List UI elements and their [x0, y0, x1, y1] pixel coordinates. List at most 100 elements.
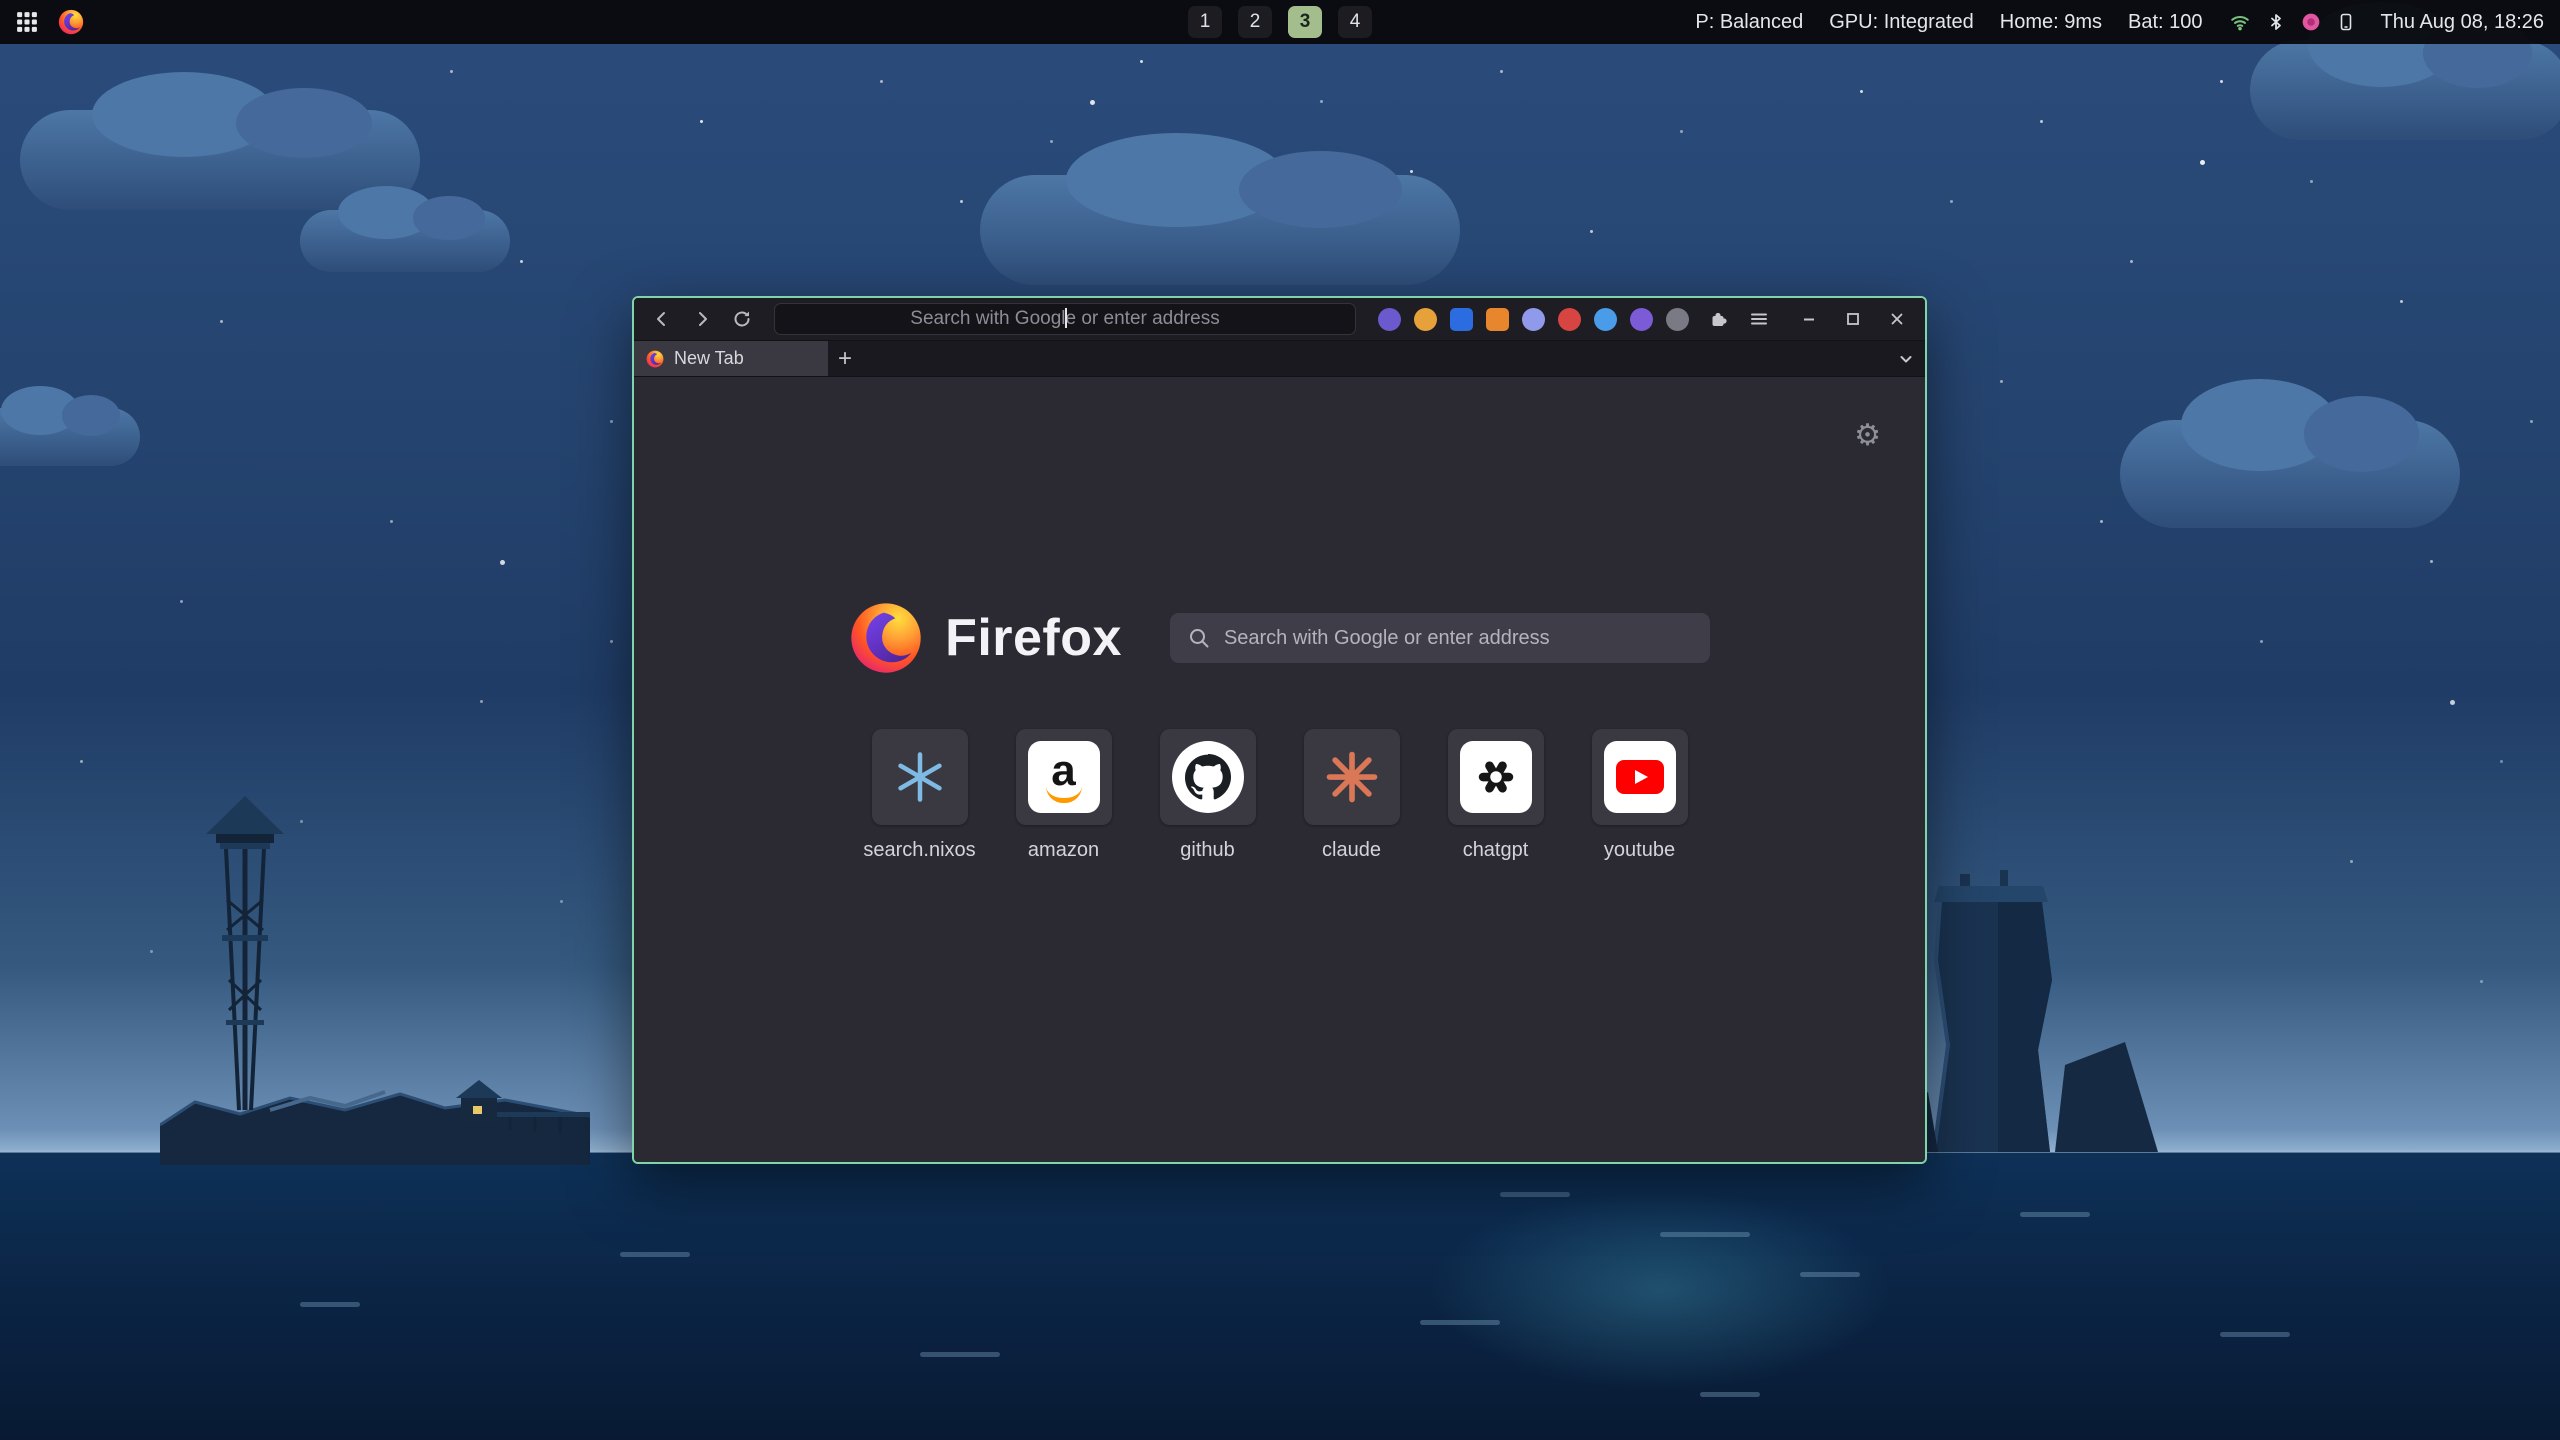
- hamburger-icon: [1749, 309, 1769, 329]
- cloud: [980, 175, 1460, 285]
- new-tab-button[interactable]: +: [828, 341, 862, 376]
- firefox-favicon: [646, 350, 664, 368]
- shortcut-label: search.nixos: [863, 839, 975, 862]
- bluetooth-icon[interactable]: [2267, 12, 2285, 32]
- puzzle-icon: [1709, 309, 1729, 329]
- shortcut-github[interactable]: github: [1136, 729, 1280, 862]
- cloud: [2250, 40, 2560, 140]
- shortcut-label: claude: [1322, 839, 1381, 862]
- water-glint: [920, 1352, 1000, 1357]
- workspace-3-active[interactable]: 3: [1288, 6, 1322, 38]
- active-app-firefox-icon[interactable]: [58, 9, 84, 35]
- ping-module: Home: 9ms: [2000, 11, 2102, 34]
- battery-module: Bat: 100: [2128, 11, 2203, 34]
- tab-title: New Tab: [674, 348, 744, 369]
- shortcut-chatgpt[interactable]: chatgpt: [1424, 729, 1568, 862]
- system-tray: [2229, 12, 2355, 32]
- maximize-icon: [1845, 311, 1861, 327]
- extensions-menu-button[interactable]: [1701, 302, 1737, 336]
- nixos-snowflake-icon: [893, 750, 947, 804]
- extension-icon[interactable]: [1522, 308, 1545, 331]
- shortcut-claude[interactable]: claude: [1280, 729, 1424, 862]
- chevron-right-icon: [692, 309, 712, 329]
- reload-button[interactable]: [724, 302, 760, 336]
- island-watchtower: [160, 780, 590, 1165]
- sea-glow: [1430, 1190, 1890, 1390]
- search-icon: [1188, 627, 1210, 649]
- maximize-button[interactable]: [1835, 302, 1871, 336]
- minimize-icon: [1801, 311, 1817, 327]
- firefox-wordmark: Firefox: [945, 608, 1122, 668]
- reload-icon: [732, 309, 752, 329]
- apps-grid-icon: [16, 11, 38, 33]
- water-glint: [1500, 1192, 1570, 1197]
- shortcut-youtube[interactable]: youtube: [1568, 729, 1712, 862]
- chevron-down-icon: [1898, 351, 1914, 367]
- workspace-switcher: 1 2 3 4: [1188, 0, 1372, 44]
- firefox-icon: [58, 9, 84, 35]
- cloud: [2120, 420, 2460, 528]
- close-icon: [1889, 311, 1905, 327]
- text-caret: [1065, 308, 1067, 328]
- youtube-icon: [1604, 741, 1676, 813]
- newtab-search-input[interactable]: [1222, 626, 1692, 651]
- shortcut-label: github: [1180, 839, 1235, 862]
- extension-icon[interactable]: [1414, 308, 1437, 331]
- newtab-search-box[interactable]: [1170, 613, 1710, 663]
- personalize-settings-button[interactable]: ⚙: [1854, 421, 1881, 451]
- menu-button[interactable]: [1741, 302, 1777, 336]
- list-all-tabs-button[interactable]: [1887, 341, 1925, 376]
- extension-icon[interactable]: [1378, 308, 1401, 331]
- chatgpt-icon: [1460, 741, 1532, 813]
- new-tab-page: ⚙ Firefox: [634, 377, 1925, 1162]
- power-profile-module[interactable]: P: Balanced: [1695, 11, 1803, 34]
- extension-icon[interactable]: [1594, 308, 1617, 331]
- extension-icon[interactable]: [1486, 308, 1509, 331]
- back-button[interactable]: [644, 302, 680, 336]
- clock[interactable]: Thu Aug 08, 18:26: [2381, 11, 2544, 34]
- water-glint: [1800, 1272, 1860, 1277]
- amazon-icon: a: [1028, 741, 1100, 813]
- shortcut-search-nixos[interactable]: search.nixos: [848, 729, 992, 862]
- extension-icon[interactable]: [1630, 308, 1653, 331]
- firefox-logo: [849, 601, 923, 675]
- extension-icon[interactable]: [1666, 308, 1689, 331]
- tab-new-tab[interactable]: New Tab: [634, 341, 828, 376]
- gpu-module: GPU: Integrated: [1829, 11, 1974, 34]
- wifi-icon[interactable]: [2229, 12, 2251, 32]
- workspace-4[interactable]: 4: [1338, 6, 1372, 38]
- water-glint: [1420, 1320, 1500, 1325]
- water-glint: [2020, 1212, 2090, 1217]
- shortcut-label: youtube: [1604, 839, 1675, 862]
- navigation-toolbar: Search with Google or enter address: [634, 298, 1925, 341]
- forward-button[interactable]: [684, 302, 720, 336]
- window-controls: [1791, 302, 1915, 336]
- firefox-brand-row: Firefox: [849, 601, 1710, 675]
- extension-buttons: [1370, 308, 1697, 331]
- workspace-2[interactable]: 2: [1238, 6, 1272, 38]
- url-bar[interactable]: Search with Google or enter address: [774, 303, 1356, 335]
- app-launcher-button[interactable]: [16, 11, 38, 33]
- minimize-button[interactable]: [1791, 302, 1827, 336]
- water-glint: [620, 1252, 690, 1257]
- close-button[interactable]: [1879, 302, 1915, 336]
- tab-bar: New Tab +: [634, 341, 1925, 377]
- display-icon[interactable]: [2337, 12, 2355, 32]
- shortcut-tiles: search.nixos a amazon: [848, 729, 1712, 862]
- extension-icon[interactable]: [1450, 308, 1473, 331]
- desktop: 1 2 3 4 P: Balanced GPU: Integrated Home…: [0, 0, 2560, 1440]
- shortcut-label: chatgpt: [1463, 839, 1529, 862]
- cloud: [0, 408, 140, 466]
- night-light-icon[interactable]: [2301, 12, 2321, 32]
- water-glint: [1700, 1392, 1760, 1397]
- claude-starburst-icon: [1325, 750, 1379, 804]
- firefox-window: Search with Google or enter address: [632, 296, 1927, 1164]
- extension-icon[interactable]: [1558, 308, 1581, 331]
- shortcut-label: amazon: [1028, 839, 1099, 862]
- status-bar: 1 2 3 4 P: Balanced GPU: Integrated Home…: [0, 0, 2560, 44]
- cloud: [300, 210, 510, 272]
- island-cliffs: [1900, 860, 2180, 1160]
- shortcut-amazon[interactable]: a amazon: [992, 729, 1136, 862]
- water-glint: [1660, 1232, 1750, 1237]
- workspace-1[interactable]: 1: [1188, 6, 1222, 38]
